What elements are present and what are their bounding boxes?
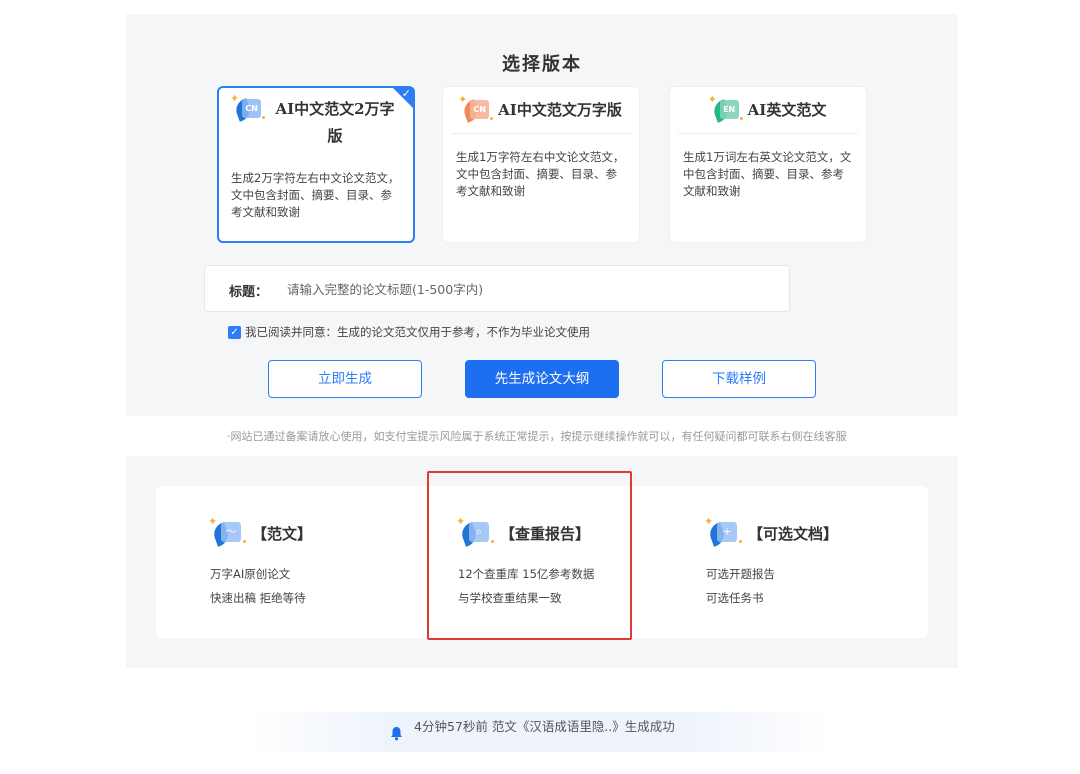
features-card: ✦ 〜 【范文】 万字AI原创论文 快速出稿 拒绝等待 ✦ ⌕ 【查重报告】 12个… <box>156 486 928 638</box>
version-card-en[interactable]: ✦ EN AI英文范文 生成1万词左右英文论文范文，文中包含封面、摘要、目录、参… <box>669 86 867 243</box>
title-label: 标题： <box>229 285 269 300</box>
divider <box>451 133 631 134</box>
version-desc: 生成1万词左右英文论文范文，文中包含封面、摘要、目录、参考文献和致谢 <box>683 150 852 198</box>
feature-optional-docs: ✦ + 【可选文档】 可选开题报告 可选任务书 <box>704 486 956 638</box>
features-panel: ✦ 〜 【范文】 万字AI原创论文 快速出稿 拒绝等待 ✦ ⌕ 【查重报告】 12个… <box>126 456 958 668</box>
feature-line: 可选开题报告 <box>706 567 775 581</box>
chart-doc-icon: ✦ 〜 <box>208 516 246 548</box>
generate-now-button[interactable]: 立即生成 <box>268 360 422 398</box>
agreement-text: 我已阅读并同意：生成的论文范文仅用于参考，不作为毕业论文使用 <box>245 325 590 339</box>
version-desc: 生成1万字符左右中文论文范文，文中包含封面、摘要、目录、参考文献和致谢 <box>456 150 625 198</box>
feature-title: 【可选文档】 <box>748 524 839 543</box>
feature-sample: ✦ 〜 【范文】 万字AI原创论文 快速出稿 拒绝等待 <box>208 486 460 638</box>
feature-line: 12个查重库 15亿参考数据 <box>458 567 595 581</box>
bell-icon <box>391 727 402 741</box>
version-name: AI中文范文2万字版 <box>275 100 395 145</box>
title-input[interactable] <box>287 276 767 302</box>
title-row: 标题： <box>204 265 790 312</box>
generate-outline-button[interactable]: 先生成论文大纲 <box>465 360 619 398</box>
cn-badge-icon: ✦ CN <box>458 94 494 123</box>
version-name: AI中文范文万字版 <box>498 101 622 119</box>
agreement-row: ✓ 我已阅读并同意：生成的论文范文仅用于参考，不作为毕业论文使用 <box>228 324 590 340</box>
feature-line: 可选任务书 <box>706 591 764 605</box>
notice-text: ·网站已通过备案请放心使用，如支付宝提示风险属于系统正常提示，按提示继续操作就可… <box>227 430 847 443</box>
feature-line: 快速出稿 拒绝等待 <box>210 591 306 605</box>
version-card-cn-20k[interactable]: ✓ ✦ CN AI中文范文2万字版 生成2万字符左右中文论文范文，文中包含封面、… <box>217 86 415 243</box>
divider <box>678 133 858 134</box>
version-desc: 生成2万字符左右中文论文范文，文中包含封面、摘要、目录、参考文献和致谢 <box>231 171 400 219</box>
cn-badge-icon: ✦ CN <box>230 93 265 122</box>
search-doc-icon: ✦ ⌕ <box>456 516 494 548</box>
feature-title: 【范文】 <box>252 524 313 543</box>
download-sample-button[interactable]: 下载样例 <box>662 360 816 398</box>
version-card-cn-10k[interactable]: ✦ CN AI中文范文万字版 生成1万字符左右中文论文范文，文中包含封面、摘要、… <box>442 86 640 243</box>
agreement-checkbox[interactable]: ✓ <box>228 325 241 339</box>
activity-ticker: 4分钟57秒前 范文《汉语成语里隐..》生成成功 <box>250 712 830 752</box>
en-badge-icon: ✦ EN <box>708 94 743 123</box>
feature-title: 【查重报告】 <box>500 524 591 543</box>
feature-line: 万字AI原创论文 <box>210 567 291 581</box>
feature-line: 与学校查重结果一致 <box>458 591 562 605</box>
version-name: AI英文范文 <box>747 101 827 119</box>
plus-doc-icon: ✦ + <box>704 516 742 548</box>
section-title: 选择版本 <box>502 54 582 75</box>
feature-plagiarism-report: ✦ ⌕ 【查重报告】 12个查重库 15亿参考数据 与学校查重结果一致 <box>456 486 708 638</box>
version-panel: 选择版本 ✓ ✦ CN AI中文范文2万字版 生成2万字符左右中文论文范文，文中… <box>126 14 958 416</box>
ticker-text: 4分钟57秒前 范文《汉语成语里隐..》生成成功 <box>414 719 675 734</box>
